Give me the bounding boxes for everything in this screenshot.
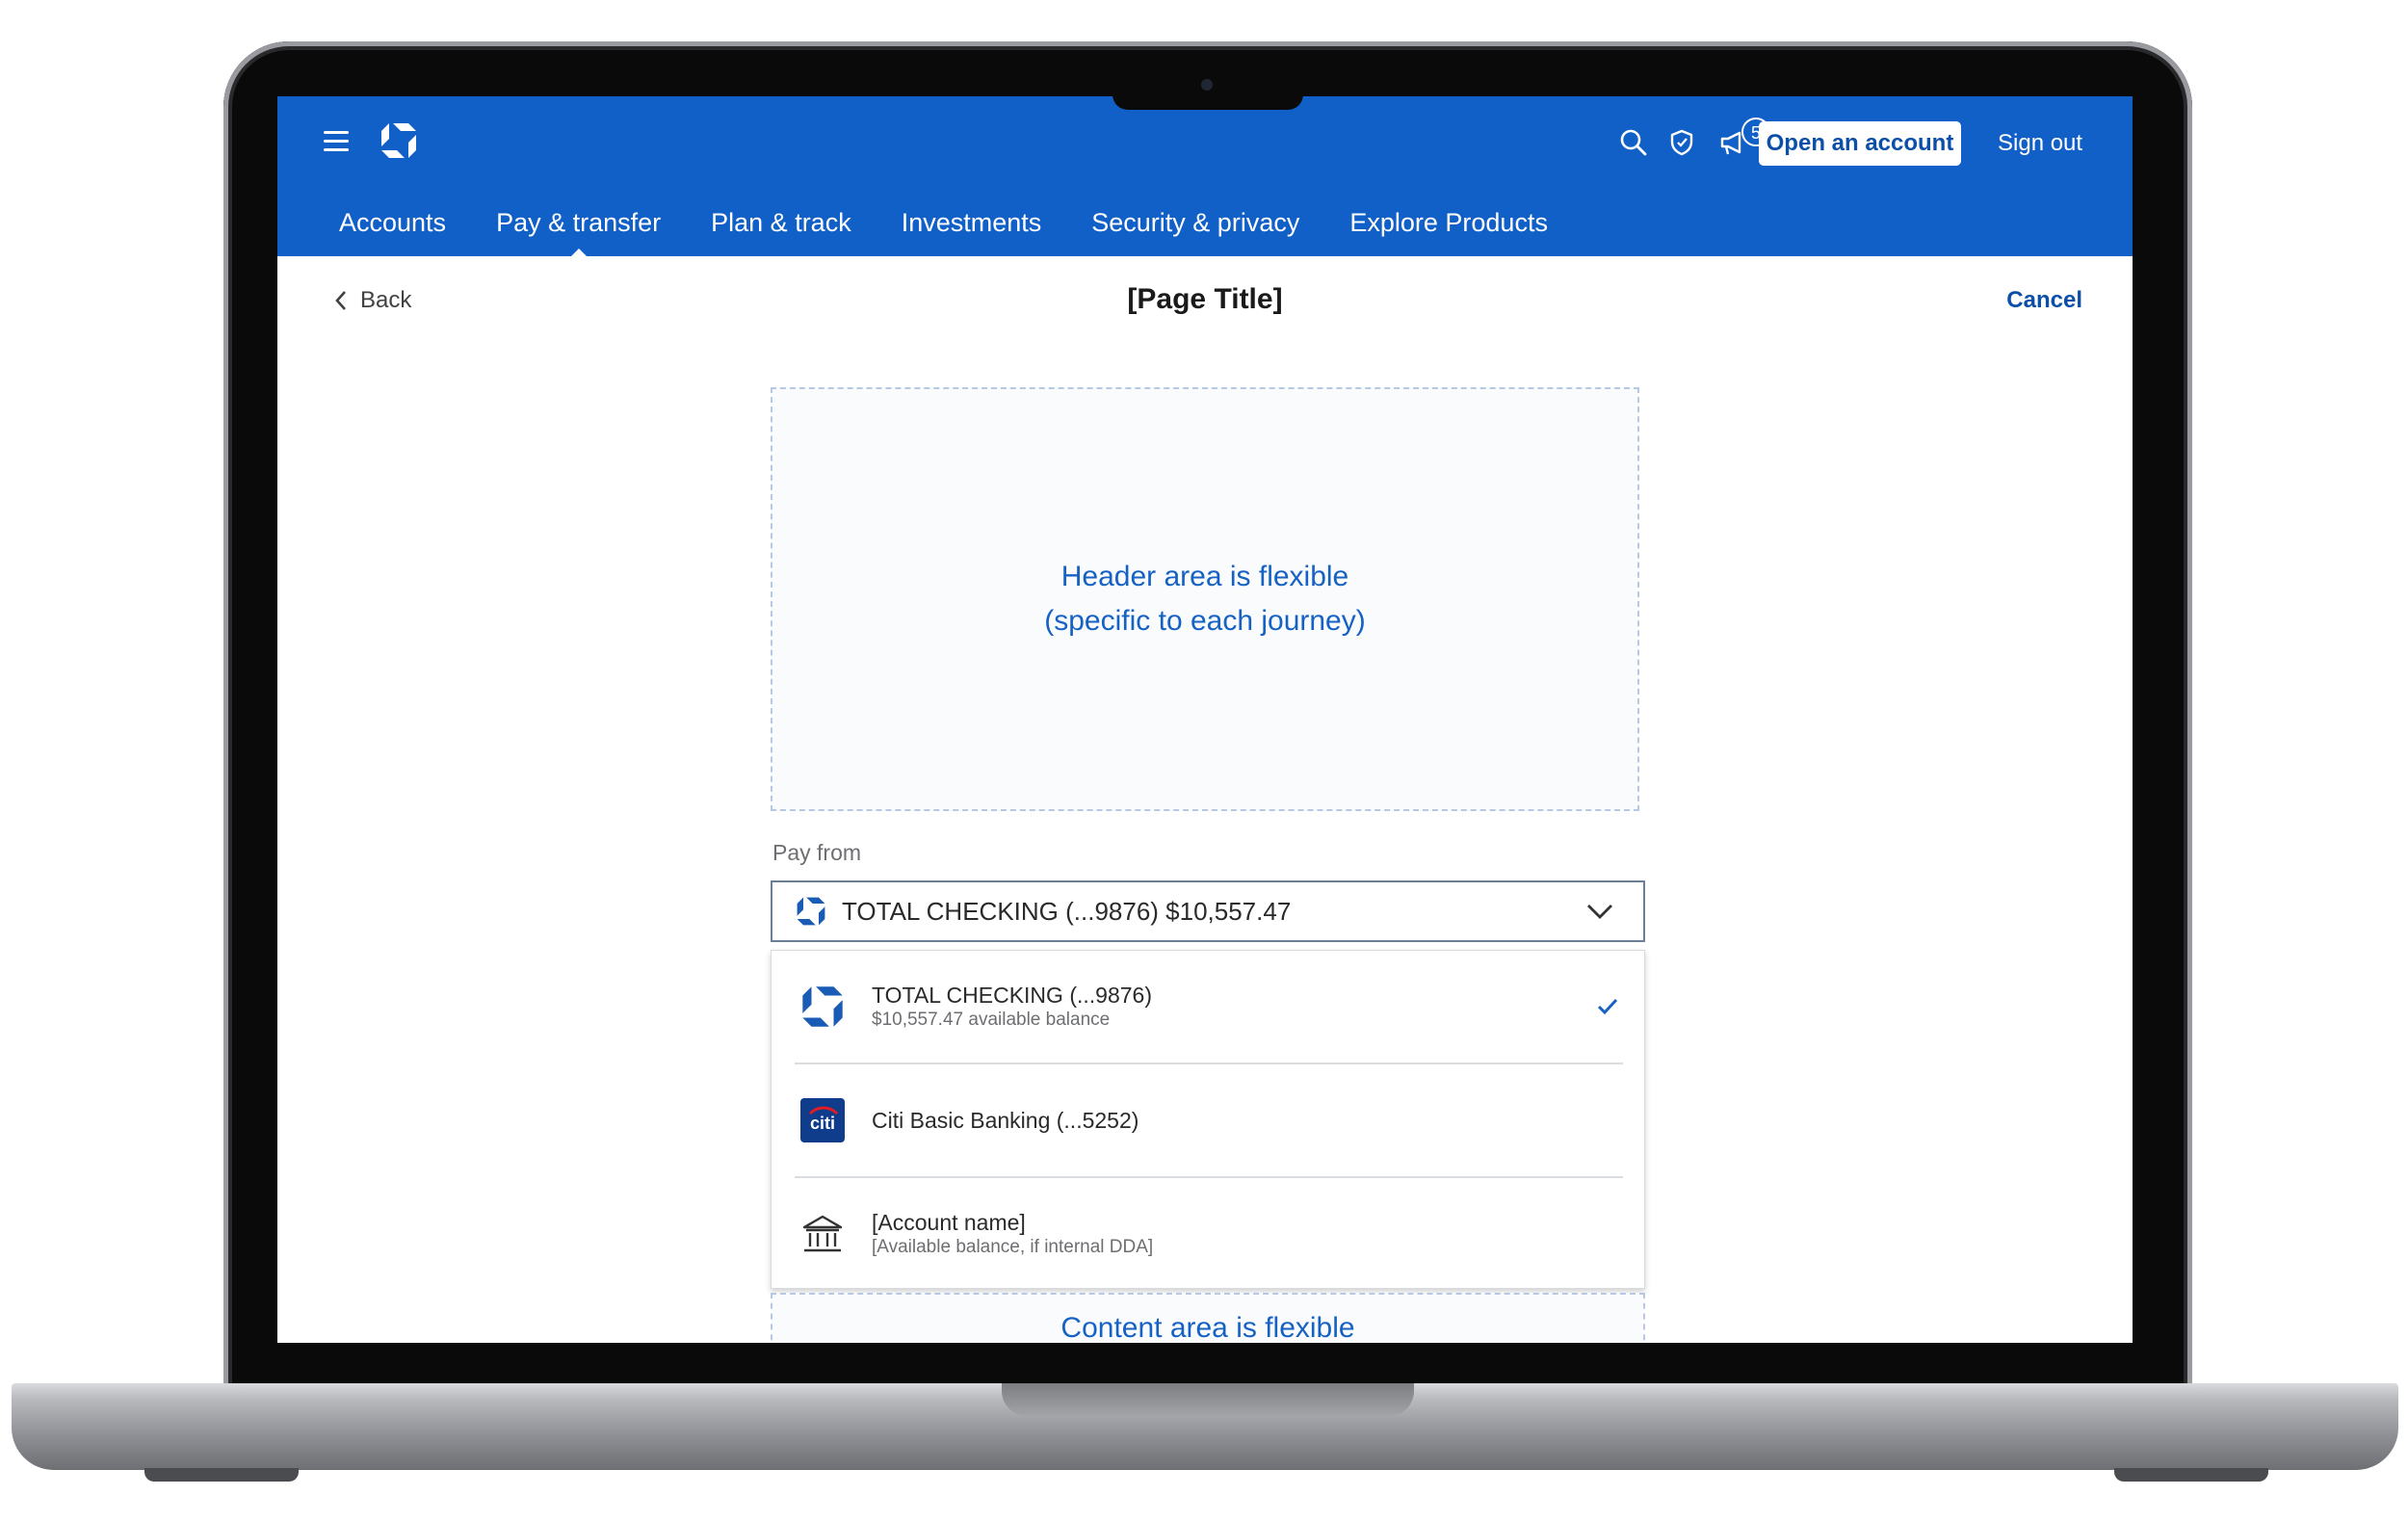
- account-name: Citi Basic Banking (...5252): [872, 1108, 1139, 1133]
- tab-plan-track[interactable]: Plan & track: [711, 204, 851, 243]
- open-account-button[interactable]: Open an account: [1759, 121, 1961, 166]
- cancel-link[interactable]: Cancel: [2006, 287, 2082, 314]
- search-icon[interactable]: [1618, 127, 1649, 158]
- chevron-down-icon: [1587, 905, 1612, 919]
- camera-icon: [1201, 79, 1213, 91]
- tab-accounts[interactable]: Accounts: [339, 204, 446, 243]
- shield-icon[interactable]: [1666, 127, 1697, 158]
- account-name: [Account name]: [872, 1210, 1026, 1235]
- chase-logo: [802, 986, 843, 1027]
- account-option[interactable]: citi Citi Basic Banking (...5252): [772, 1064, 1646, 1176]
- svg-text:citi: citi: [810, 1114, 835, 1133]
- header-area-placeholder: Header area is flexible (specific to eac…: [771, 387, 1639, 811]
- content-area-placeholder: Content area is flexible: [771, 1293, 1645, 1343]
- content-area-label: Content area is flexible: [1060, 1312, 1355, 1343]
- header-area-line1: Header area is flexible: [1060, 561, 1349, 592]
- tab-security-privacy[interactable]: Security & privacy: [1091, 204, 1299, 243]
- account-option[interactable]: TOTAL CHECKING (...9876) $10,557.47 avai…: [772, 951, 1646, 1063]
- main-nav: Accounts Pay & transfer Plan & track Inv…: [339, 204, 1598, 243]
- account-option[interactable]: [Account name] [Available balance, if in…: [772, 1178, 1646, 1290]
- camera-notch: [1112, 79, 1303, 110]
- tab-explore-products[interactable]: Explore Products: [1349, 204, 1548, 243]
- pay-from-select[interactable]: TOTAL CHECKING (...9876) $10,557.47: [771, 880, 1645, 942]
- account-name: TOTAL CHECKING (...9876): [872, 983, 1152, 1008]
- sign-out-link[interactable]: Sign out: [1998, 127, 2082, 160]
- top-navigation-bar: 5 Open an account Sign out Accounts Pay …: [277, 96, 2133, 256]
- tab-investments[interactable]: Investments: [902, 204, 1042, 243]
- laptop-foot-right: [2114, 1468, 2268, 1482]
- account-balance: [Available balance, if internal DDA]: [872, 1237, 1154, 1257]
- screen: 5 Open an account Sign out Accounts Pay …: [277, 96, 2133, 1343]
- bank-icon: [802, 1215, 843, 1252]
- page-subheader: Back [Page Title] Cancel: [277, 279, 2133, 337]
- laptop-foot-left: [144, 1468, 299, 1482]
- account-balance: $10,557.47 available balance: [872, 1010, 1111, 1030]
- checkmark-icon: [1597, 998, 1618, 1015]
- citi-logo: citi: [800, 1098, 845, 1142]
- menu-icon[interactable]: [324, 131, 349, 152]
- header-area-line2: (specific to each journey): [1044, 605, 1366, 637]
- tab-pay-transfer[interactable]: Pay & transfer: [496, 204, 661, 243]
- page-title: [Page Title]: [1127, 283, 1283, 315]
- laptop-base-lip: [1002, 1383, 1414, 1416]
- pay-from-selected-value: TOTAL CHECKING (...9876) $10,557.47: [842, 896, 1292, 926]
- pay-from-label: Pay from: [772, 840, 862, 865]
- pay-from-dropdown-list: TOTAL CHECKING (...9876) $10,557.47 avai…: [771, 950, 1645, 1289]
- chase-logo: [797, 897, 825, 926]
- chase-logo[interactable]: [380, 121, 418, 160]
